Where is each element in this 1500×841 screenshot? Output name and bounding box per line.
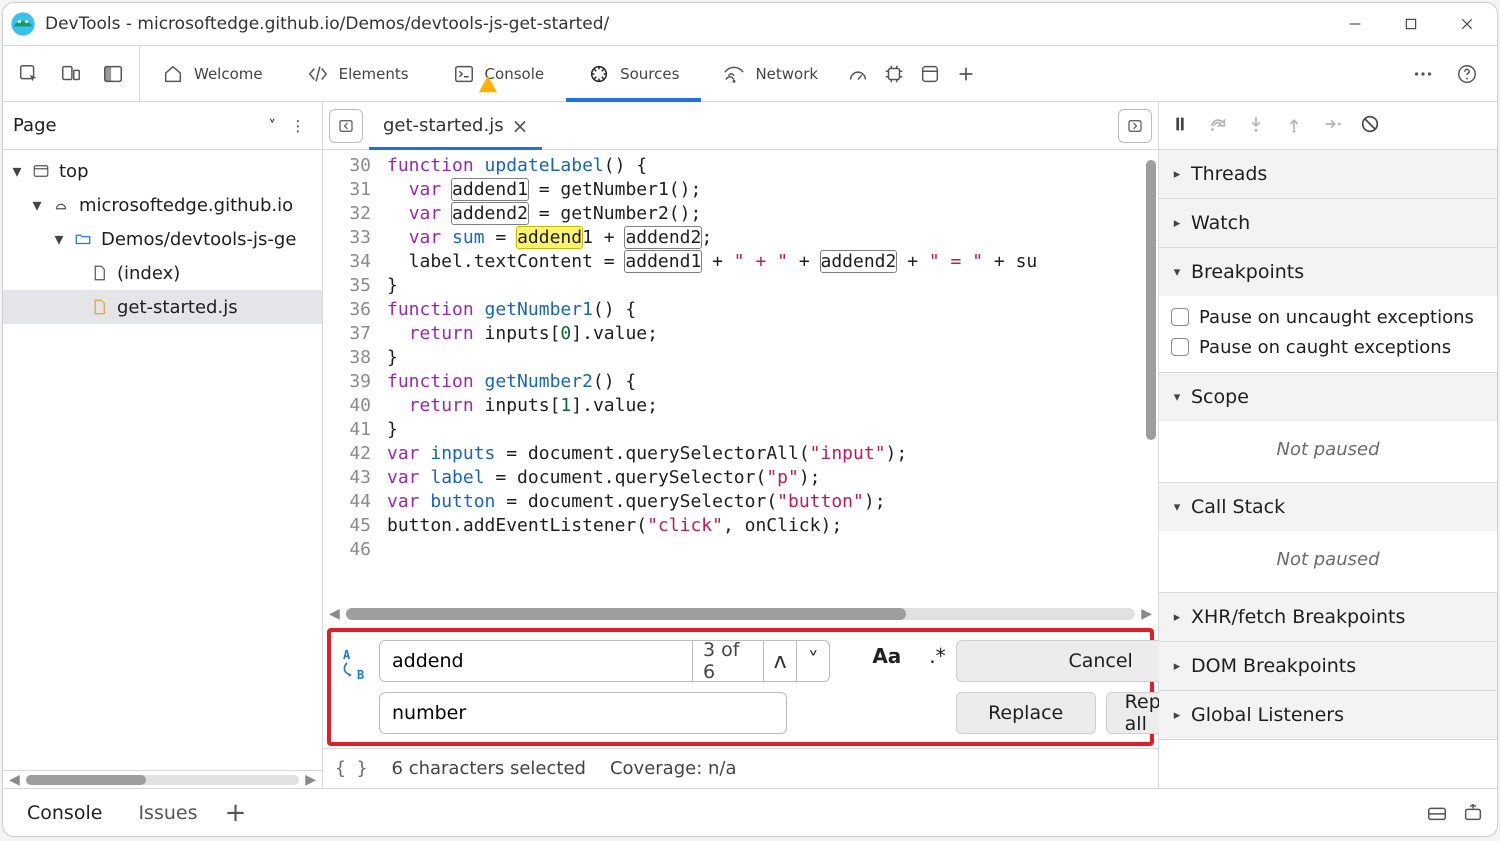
drawer-tab-console[interactable]: Console [9,789,120,836]
svg-text:B: B [357,668,364,682]
help-icon[interactable] [1449,56,1485,92]
code-vscroll[interactable] [1144,150,1158,604]
more-tools-icon[interactable] [1405,56,1441,92]
find-prev-button[interactable]: ʌ [764,640,797,682]
tree-folder[interactable]: ▾Demos/devtools-js-ge [3,222,322,256]
file-tree: ▾top ▾microsoftedge.github.io ▾Demos/dev… [3,150,322,770]
tab-label: Sources [620,65,679,83]
tree-file-getstarted[interactable]: get-started.js [3,290,322,324]
svg-text:A: A [343,648,351,662]
toggle-debugger-button[interactable] [1118,109,1152,143]
line-gutter: 3031323334353637383940414243444546 [323,150,381,604]
tree-origin[interactable]: ▾microsoftedge.github.io [3,188,322,222]
pause-button[interactable] [1169,113,1191,139]
toggle-navigator-button[interactable] [329,109,363,143]
tab-console[interactable]: Console [431,46,567,101]
drawer-tab-issues[interactable]: Issues [120,789,215,836]
section-global[interactable]: ▸Global Listeners [1159,691,1497,739]
coverage-status: Coverage: n/a [610,758,737,779]
section-watch[interactable]: ▸Watch [1159,199,1497,247]
chevron-down-icon[interactable]: ˅ [269,117,277,135]
dock-side-icon[interactable] [95,56,131,92]
pause-caught-checkbox[interactable]: Pause on caught exceptions [1171,332,1485,362]
navigator-more-icon[interactable]: ⋮ [284,108,312,144]
tree-file-index[interactable]: (index) [3,256,322,290]
navigator-page-label[interactable]: Page [13,115,57,136]
pause-uncaught-checkbox[interactable]: Pause on uncaught exceptions [1171,302,1485,332]
scope-not-paused: Not paused [1171,427,1485,472]
device-toolbar-icon[interactable] [53,56,89,92]
window-maximize-button[interactable] [1387,3,1435,45]
tab-memory-icon[interactable] [876,56,912,92]
tab-welcome[interactable]: Welcome [140,46,285,101]
find-input[interactable] [379,640,693,682]
inspect-element-icon[interactable] [11,56,47,92]
selection-status: 6 characters selected [392,758,586,779]
callstack-not-paused: Not paused [1171,537,1485,582]
window-title: DevTools - microsoftedge.github.io/Demos… [45,14,609,34]
tab-label: Network [755,65,818,83]
code-hscroll[interactable]: ◀▶ [323,604,1158,624]
section-scope[interactable]: ▾Scope [1159,373,1497,421]
pretty-print-icon[interactable]: { } [335,758,368,779]
tab-elements[interactable]: Elements [285,46,431,101]
window-minimize-button[interactable] [1331,3,1379,45]
step-into-button[interactable] [1245,113,1267,139]
tab-label: Welcome [194,65,263,83]
deactivate-breakpoints-button[interactable] [1359,113,1381,139]
tab-application-icon[interactable] [912,56,948,92]
match-count: 3 of 6 [693,640,764,682]
file-tab-label: get-started.js [383,115,504,136]
section-breakpoints[interactable]: ▾Breakpoints [1159,248,1497,296]
replace-input[interactable] [379,692,787,734]
tab-label: Elements [339,65,409,83]
section-xhr[interactable]: ▸XHR/fetch Breakpoints [1159,593,1497,641]
debugger-toolbar [1159,102,1497,150]
step-out-button[interactable] [1283,113,1305,139]
find-replace-bar: AB 3 of 6 ʌ ˅ Aa .* [327,628,1154,746]
find-replace-icon: AB [341,640,369,690]
tab-sources[interactable]: Sources [566,46,701,101]
warning-badge-icon [477,73,499,95]
regex-toggle[interactable]: .* [929,644,945,668]
section-threads[interactable]: ▸Threads [1159,150,1497,198]
drawer-collapse-icon[interactable] [1455,795,1491,831]
navigator-hscroll[interactable]: ◀▶ [3,770,322,788]
tab-network[interactable]: Network [701,46,840,101]
step-over-button[interactable] [1207,113,1229,139]
tab-add-icon[interactable] [948,56,984,92]
find-next-button[interactable]: ˅ [797,640,830,682]
section-callstack[interactable]: ▾Call Stack [1159,483,1497,531]
drawer-add-tab[interactable]: + [215,798,255,828]
drawer-settings-icon[interactable] [1419,795,1455,831]
window-close-button[interactable] [1443,3,1491,45]
match-case-toggle[interactable]: Aa [872,644,901,668]
section-dom[interactable]: ▸DOM Breakpoints [1159,642,1497,690]
tab-performance-icon[interactable] [840,56,876,92]
close-icon[interactable]: × [512,114,529,138]
code-editor[interactable]: function updateLabel() { var addend1 = g… [381,150,1158,604]
step-button[interactable] [1321,113,1343,139]
app-icon [9,10,37,38]
file-tab-getstarted[interactable]: get-started.js × [369,102,542,149]
tree-top[interactable]: ▾top [3,154,322,188]
replace-button[interactable]: Replace [956,692,1096,734]
